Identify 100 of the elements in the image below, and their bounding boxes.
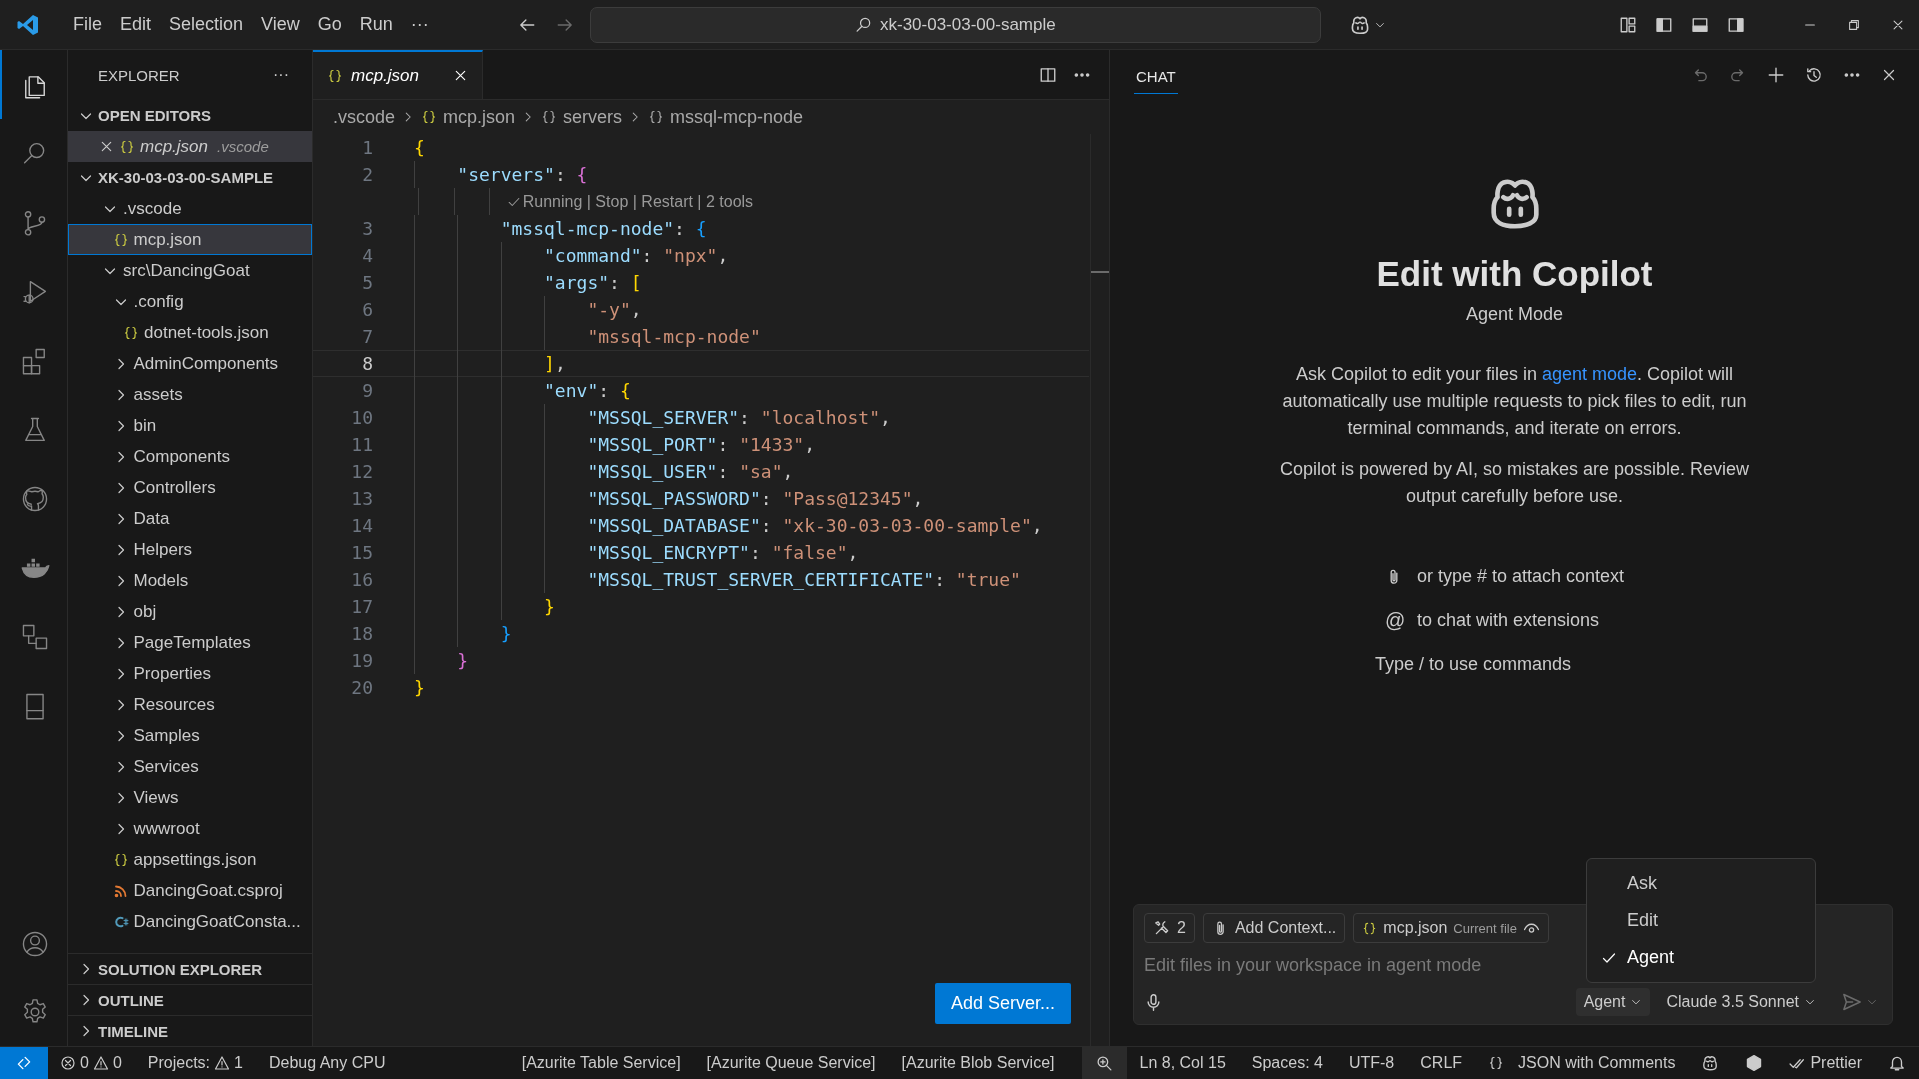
line-number: 3: [361, 218, 373, 239]
line-number: 6: [361, 299, 373, 320]
tree-item[interactable]: .config: [68, 286, 312, 317]
tree-item[interactable]: Properties: [68, 658, 312, 689]
command-center-search[interactable]: xk-30-03-03-00-sample: [589, 6, 1321, 43]
model-dropdown[interactable]: Claude 3.5 Sonnet: [1658, 988, 1824, 1016]
zoom-button[interactable]: [1081, 1047, 1127, 1079]
split-editor-icon[interactable]: [1039, 65, 1057, 84]
braces-icon: [1488, 1055, 1505, 1071]
tree-item[interactable]: appsettings.json: [68, 844, 312, 875]
menu-item[interactable]: Edit: [111, 10, 161, 39]
language-status[interactable]: JSON with Comments: [1475, 1047, 1689, 1079]
editor-tab[interactable]: mcp.json: [313, 50, 483, 99]
tree-item[interactable]: assets: [68, 379, 312, 410]
close-icon: [99, 139, 114, 154]
tree-item[interactable]: src\DancingGoat: [68, 255, 312, 286]
status-item[interactable]: UTF-8: [1335, 1047, 1408, 1079]
history-icon[interactable]: [1805, 66, 1823, 84]
more-actions-button[interactable]: ···: [264, 62, 298, 88]
section-header[interactable]: XK-30-03-03-00-SAMPLE: [68, 162, 312, 193]
section-header[interactable]: OUTLINE: [68, 984, 312, 1015]
menu-option[interactable]: Ask: [1587, 865, 1815, 902]
menu-item[interactable]: Run: [350, 10, 402, 39]
plus-icon[interactable]: [1767, 66, 1785, 84]
section-header[interactable]: SOLUTION EXPLORER: [68, 953, 312, 984]
status-item[interactable]: [Azurite Blob Service]: [888, 1047, 1068, 1079]
warning-icon: [92, 1055, 109, 1071]
secondary-sidebar-toggle-icon[interactable]: [1727, 15, 1745, 34]
add-context-button[interactable]: Add Context...: [1202, 913, 1346, 943]
braces-icon: [112, 231, 129, 248]
chat-tab[interactable]: CHAT: [1134, 56, 1178, 94]
tree-item[interactable]: .vscode: [68, 193, 312, 224]
menu-option[interactable]: Edit: [1587, 902, 1815, 939]
tree-item[interactable]: DancingGoatConsta...: [68, 906, 312, 937]
menu-item[interactable]: Go: [308, 10, 351, 39]
more-menu-button[interactable]: ···: [401, 10, 438, 39]
braces-icon: [112, 851, 129, 868]
prettier-status[interactable]: Prettier: [1776, 1047, 1875, 1079]
tree-item[interactable]: Services: [68, 751, 312, 782]
add-server-button[interactable]: Add Server...: [934, 983, 1071, 1024]
disclaimer-paragraph: Copilot is powered by AI, so mistakes are possible. Review output carefully before use.: [1278, 458, 1751, 508]
braces-icon: [1362, 920, 1378, 936]
tree-item[interactable]: dotnet-tools.json: [68, 317, 312, 348]
tree-item[interactable]: Resources: [68, 689, 312, 720]
tree-item[interactable]: Samples: [68, 720, 312, 751]
agent-mode-link[interactable]: agent mode: [1542, 364, 1638, 384]
line-number: 12: [350, 461, 373, 482]
tree-item[interactable]: Data: [68, 503, 312, 534]
status-item[interactable]: CRLF: [1407, 1047, 1476, 1079]
tree-item[interactable]: bin: [68, 410, 312, 441]
current-file-chip[interactable]: mcp.json Current file: [1353, 913, 1549, 943]
open-editor-item[interactable]: mcp.json .vscode: [68, 131, 312, 162]
menu-item[interactable]: File: [64, 10, 111, 39]
close-icon[interactable]: [1881, 67, 1897, 83]
status-item[interactable]: Ln 8, Col 15: [1126, 1047, 1239, 1079]
tree-item[interactable]: Models: [68, 565, 312, 596]
codelens-actions[interactable]: Running | Stop | Restart | 2 tools: [522, 192, 754, 211]
line-number: 18: [350, 623, 373, 644]
code-line: 11 "MSSQL_PORT": "1433",: [313, 431, 1089, 458]
layout-icon[interactable]: [1619, 15, 1637, 34]
breadcrumb-item[interactable]: mcp.json: [421, 106, 516, 128]
section-header[interactable]: OPEN EDITORS: [68, 100, 312, 131]
braces-icon: [327, 67, 343, 84]
remote-button[interactable]: [0, 1047, 48, 1079]
restore-icon[interactable]: [1847, 17, 1861, 32]
status-item[interactable]: [Azurite Table Service]: [508, 1047, 694, 1079]
send-icon[interactable]: [1842, 992, 1862, 1012]
mode-dropdown[interactable]: Agent: [1575, 988, 1651, 1016]
tree-item[interactable]: mcp.json: [68, 224, 312, 255]
breadcrumb-item[interactable]: mssql-mcp-node: [648, 106, 804, 128]
panel-toggle-icon[interactable]: [1691, 15, 1709, 34]
status-item[interactable]: [Azurite Queue Service]: [693, 1047, 889, 1079]
tree-item[interactable]: AdminComponents: [68, 348, 312, 379]
braces-icon: [119, 138, 135, 155]
tree-item[interactable]: Controllers: [68, 472, 312, 503]
status-item[interactable]: Debug Any CPU: [255, 1047, 399, 1079]
code-line: 5 "args": [: [313, 269, 1089, 296]
menu-item[interactable]: Selection: [160, 10, 253, 39]
projects-status[interactable]: Projects: 1: [134, 1047, 256, 1079]
tools-button[interactable]: 2: [1144, 913, 1195, 943]
status-item[interactable]: Spaces: 4: [1238, 1047, 1336, 1079]
breadcrumb-item[interactable]: servers: [541, 106, 623, 128]
code-line: 18 }: [313, 620, 1089, 647]
braces-icon: [648, 109, 665, 125]
tree-item[interactable]: Helpers: [68, 534, 312, 565]
menu-item[interactable]: View: [252, 10, 309, 39]
sidebar-title: EXPLORER: [98, 66, 180, 84]
breadcrumb-item[interactable]: .vscode: [333, 106, 396, 128]
zoom-icon: [1095, 1054, 1113, 1072]
tree-item[interactable]: Views: [68, 782, 312, 813]
tree-item[interactable]: Components: [68, 441, 312, 472]
close-icon[interactable]: [453, 68, 468, 83]
sidebar-toggle-icon[interactable]: [1655, 15, 1673, 34]
tree-item[interactable]: obj: [68, 596, 312, 627]
tree-item[interactable]: wwwroot: [68, 813, 312, 844]
menu-option[interactable]: Agent: [1587, 939, 1815, 976]
tree-item[interactable]: PageTemplates: [68, 627, 312, 658]
line-number: 10: [350, 407, 373, 428]
problems-status[interactable]: 0 0: [48, 1047, 135, 1079]
tree-item[interactable]: DancingGoat.csproj: [68, 875, 312, 906]
